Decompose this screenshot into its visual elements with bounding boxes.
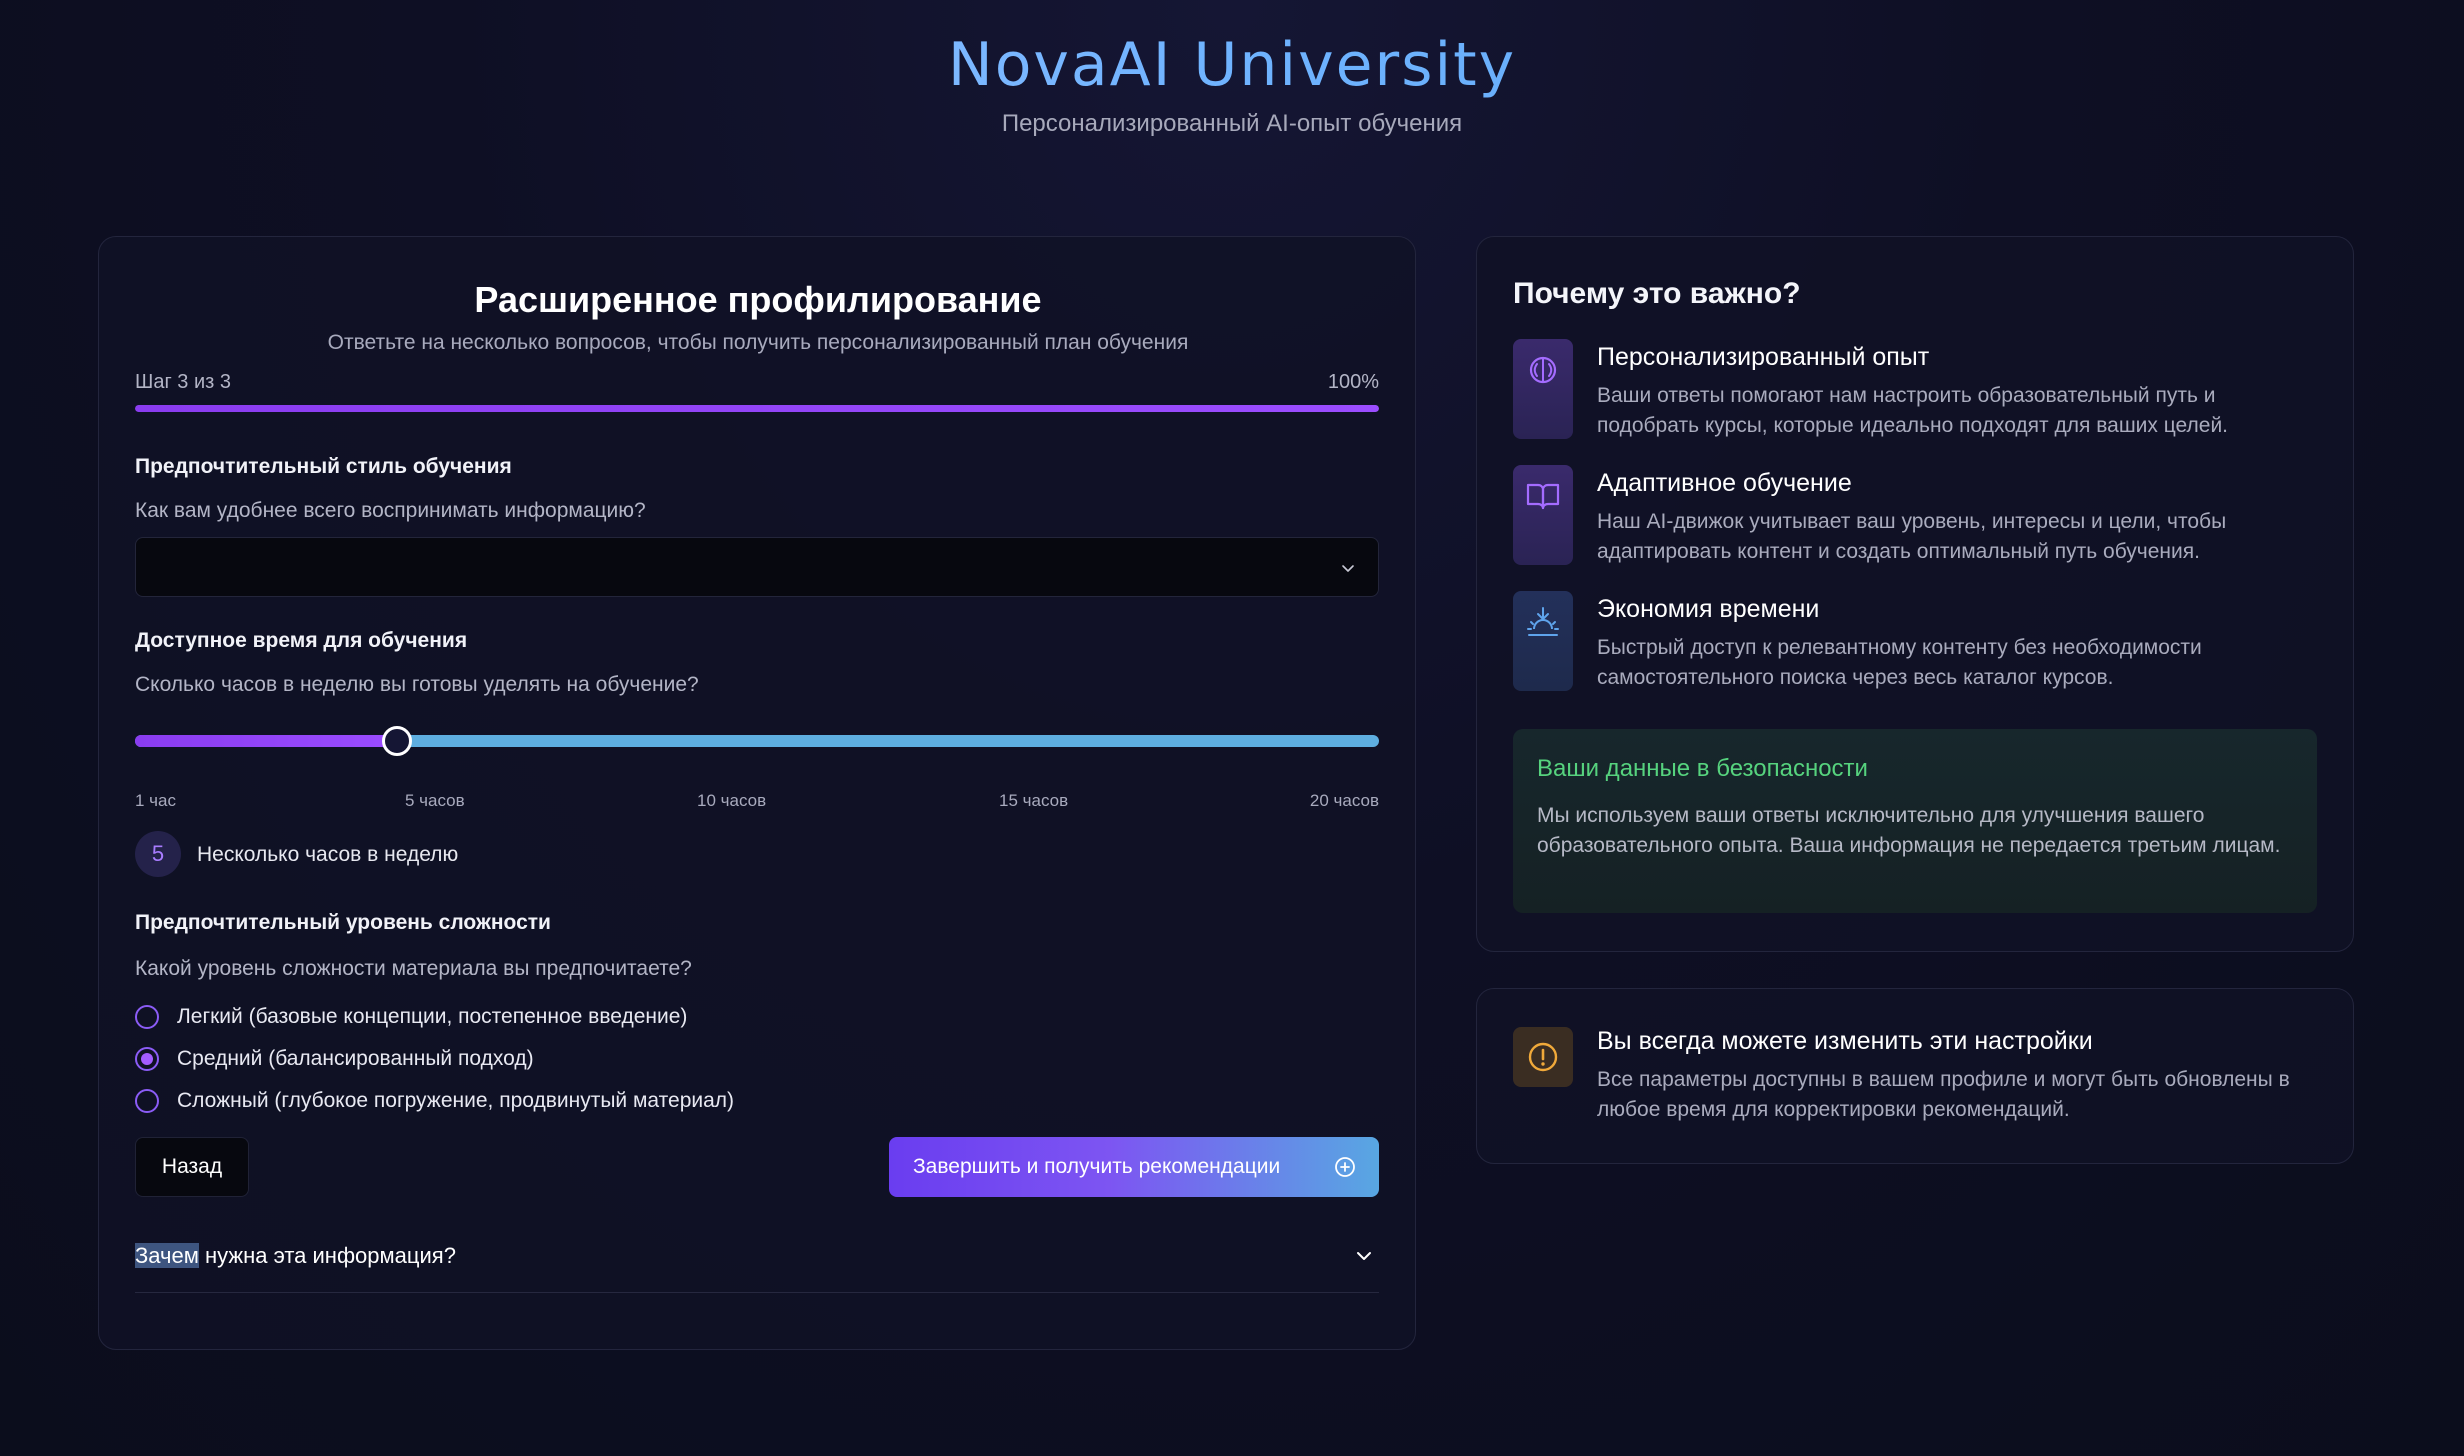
form-subtitle: Ответьте на несколько вопросов, чтобы по… xyxy=(327,331,1189,354)
header: NovaAI University Персонализированный AI… xyxy=(0,30,2464,138)
radio-label: Легкий (базовые концепции, постепенное в… xyxy=(177,1005,688,1028)
radio-label: Сложный (глубокое погружение, продвинуты… xyxy=(177,1089,735,1112)
feature-title: Адаптивное обучение xyxy=(1597,469,1852,497)
feature-title: Экономия времени xyxy=(1597,595,1820,623)
radio-button[interactable] xyxy=(135,1047,159,1071)
book-icon xyxy=(1513,465,1573,565)
data-safety-text: Мы используем ваши ответы исключительно … xyxy=(1537,804,2281,857)
tick-label: 10 часов xyxy=(697,791,767,810)
why-important-card: Почему это важно? Персонализированный оп… xyxy=(1476,236,2354,952)
difficulty-option-hard[interactable]: Сложный (глубокое погружение, продвинуты… xyxy=(135,1089,734,1113)
chevron-down-icon xyxy=(1342,565,1354,572)
radio-button[interactable] xyxy=(135,1005,159,1029)
radio-label: Средний (балансированный подход) xyxy=(177,1047,534,1070)
tick-label: 5 часов xyxy=(405,791,465,810)
profiling-form-card: Расширенное профилирование Ответьте на н… xyxy=(98,236,1416,1350)
brand-title: NovaAI University xyxy=(0,30,2464,100)
time-hint: Сколько часов в неделю вы готовы уделять… xyxy=(135,673,699,696)
feature-desc: Ваши ответы помогают нам настроить образ… xyxy=(1597,384,2229,437)
difficulty-hint: Какой уровень сложности материала вы пре… xyxy=(135,957,692,980)
form-title: Расширенное профилирование xyxy=(474,279,1042,320)
learning-style-hint: Как вам удобнее всего воспринимать инфор… xyxy=(135,499,646,522)
why-title: Почему это важно? xyxy=(1513,277,1801,310)
difficulty-label: Предпочтительный уровень сложности xyxy=(135,911,551,934)
finish-button[interactable]: Завершить и получить рекомендации xyxy=(889,1137,1379,1197)
settings-note-card: Вы всегда можете изменить эти настройки … xyxy=(1476,988,2354,1164)
learning-style-label: Предпочтительный стиль обучения xyxy=(135,455,512,478)
hours-value-text: Несколько часов в неделю xyxy=(197,843,459,866)
accordion-question: Зачем нужна эта информация? xyxy=(135,1243,456,1269)
finish-button-label: Завершить и получить рекомендации xyxy=(913,1155,1281,1178)
highlighted-text: Зачем xyxy=(135,1243,199,1268)
tick-label: 15 часов xyxy=(999,791,1069,810)
feature-desc: Наш AI-движок учитывает ваш уровень, инт… xyxy=(1597,510,2227,563)
note-desc: Все параметры доступны в вашем профиле и… xyxy=(1597,1068,2290,1121)
hours-slider[interactable] xyxy=(135,726,1379,756)
hours-slider-thumb[interactable] xyxy=(381,726,412,756)
step-indicator: Шаг 3 из 3 xyxy=(135,371,232,393)
difficulty-option-easy[interactable]: Легкий (базовые концепции, постепенное в… xyxy=(135,1005,687,1029)
brain-icon xyxy=(1513,339,1573,439)
alert-circle-icon xyxy=(1513,1027,1573,1087)
chevron-down-icon xyxy=(1357,1252,1371,1260)
note-title: Вы всегда можете изменить эти настройки xyxy=(1597,1027,2093,1055)
sunrise-icon xyxy=(1513,591,1573,691)
hours-value-badge: 5 xyxy=(135,831,181,877)
plus-circle-icon xyxy=(1335,1157,1355,1177)
why-info-accordion[interactable]: Зачем нужна эта информация? xyxy=(135,1231,1379,1293)
data-safety-title: Ваши данные в безопасности xyxy=(1537,755,1868,782)
feature-title: Персонализированный опыт xyxy=(1597,343,1930,371)
tick-label: 1 час xyxy=(135,791,176,810)
back-button[interactable]: Назад xyxy=(135,1137,249,1197)
hours-slider-fill xyxy=(135,735,397,747)
progress-bar xyxy=(135,405,1379,412)
accordion-question-text: нужна эта информация? xyxy=(198,1243,456,1268)
progress-percent: 100% xyxy=(1327,371,1379,393)
feature-desc: Быстрый доступ к релевантному контенту б… xyxy=(1597,636,2202,689)
progress-bar-fill xyxy=(135,405,1379,412)
difficulty-option-medium[interactable]: Средний (балансированный подход) xyxy=(135,1047,534,1071)
tick-label: 20 часов xyxy=(1309,791,1379,810)
learning-style-select[interactable] xyxy=(135,537,1379,597)
time-label: Доступное время для обучения xyxy=(135,629,468,652)
brand-tagline: Персонализированный AI-опыт обучения xyxy=(1001,110,1463,137)
radio-button[interactable] xyxy=(135,1089,159,1113)
data-safety-box: Ваши данные в безопасности Мы используем… xyxy=(1513,729,2317,913)
